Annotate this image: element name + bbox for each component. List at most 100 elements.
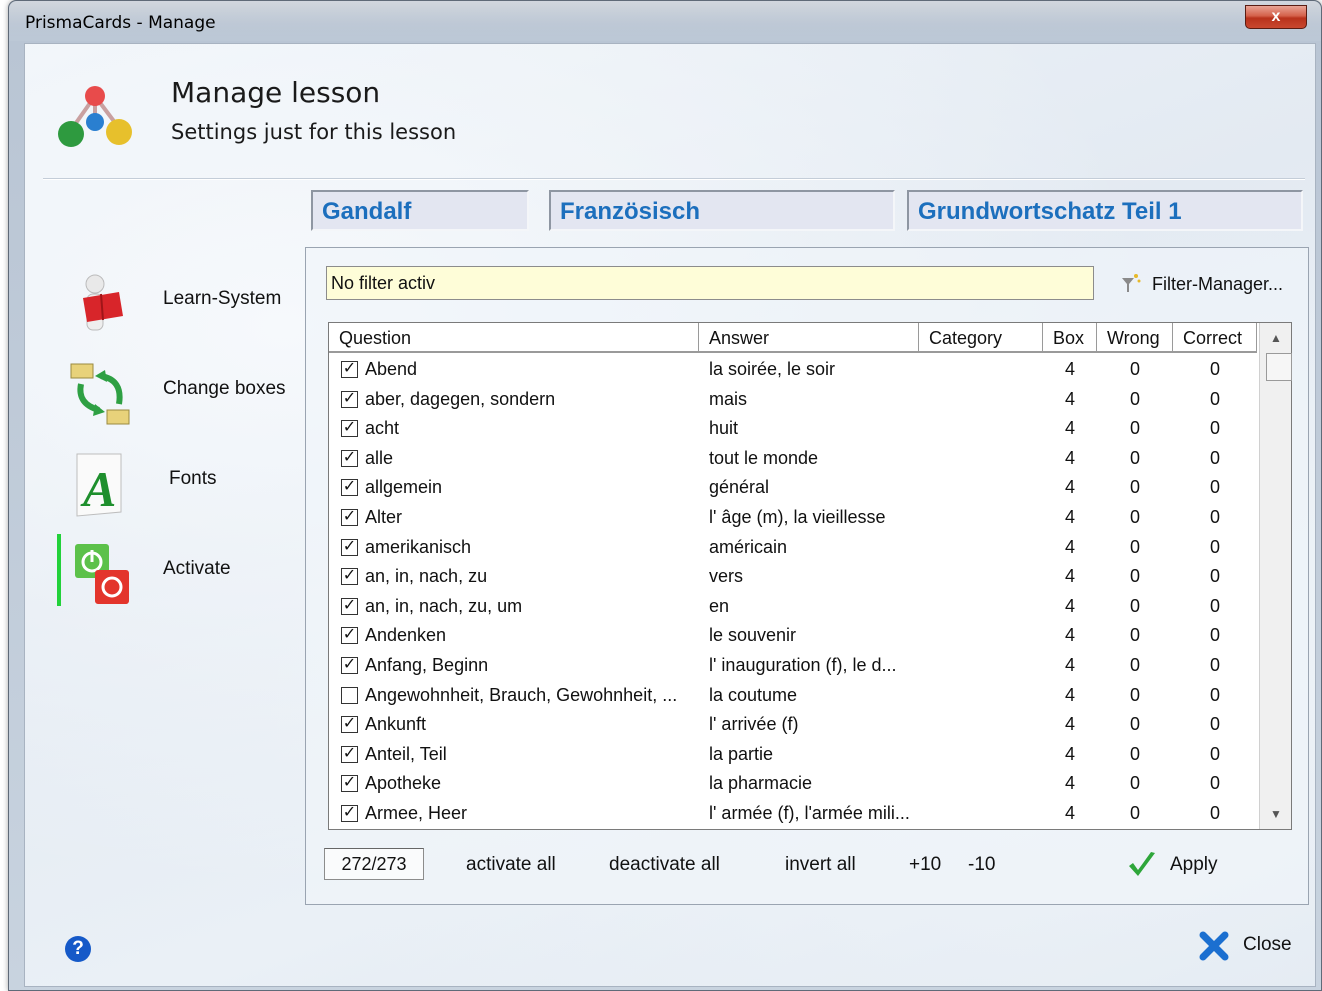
page-subtitle: Settings just for this lesson <box>171 120 457 144</box>
column-header-question[interactable]: Question <box>329 323 699 353</box>
column-header-correct[interactable]: Correct <box>1173 323 1257 353</box>
correct-cell: 0 <box>1209 803 1220 823</box>
filter-status-field[interactable]: No filter activ <box>326 266 1094 300</box>
active-indicator <box>57 534 61 606</box>
box-cell: 4 <box>1064 536 1075 557</box>
correct-cell: 0 <box>1209 625 1220 646</box>
row-checkbox[interactable]: ✓ <box>341 479 358 497</box>
box-cell: 4 <box>1064 684 1075 705</box>
table-row[interactable]: ✓ aber, dagegen, sondern mais 4 0 0 <box>329 385 1257 415</box>
scroll-up-icon[interactable]: ▲ <box>1260 323 1292 353</box>
answer-cell: la coutume <box>709 684 798 705</box>
answer-cell: général <box>709 477 770 498</box>
sidebar-item-label: Activate <box>163 558 231 579</box>
table-row[interactable]: ✓ Anfang, Beginn l' inauguration (f), le d… <box>329 651 1257 681</box>
wrong-cell: 0 <box>1129 803 1140 823</box>
table-row[interactable]: ✓ Ankunft l' arrivée (f) 4 0 0 <box>329 710 1257 740</box>
table-row[interactable]: ✓ alle tout le monde 4 0 0 <box>329 444 1257 474</box>
sidebar-item-label: Fonts <box>169 468 217 489</box>
table-row[interactable]: ✓ Anteil, Teil la partie 4 0 0 <box>329 740 1257 770</box>
row-checkbox[interactable]: ✓ <box>341 390 358 408</box>
box-cell: 4 <box>1064 359 1075 379</box>
row-checkbox[interactable]: ✓ <box>341 627 358 645</box>
row-checkbox[interactable]: ✓ <box>341 568 358 586</box>
answer-cell: huit <box>709 418 739 439</box>
box-cell: 4 <box>1064 388 1075 409</box>
table-row[interactable]: ✓ an, in, nach, zu vers 4 0 0 <box>329 562 1257 592</box>
window-title: PrismaCards - Manage <box>25 13 216 33</box>
sidebar-item-change-boxes[interactable]: Change boxes <box>25 350 295 440</box>
activate-panel: No filter activ Filter-Manager... Questi… <box>305 247 1309 905</box>
row-checkbox[interactable]: ✓ <box>341 805 358 822</box>
box-cell: 4 <box>1064 566 1075 587</box>
dialog-client: Manage lesson Settings just for this les… <box>24 43 1316 987</box>
box-cell: 4 <box>1064 714 1075 735</box>
row-checkbox[interactable]: ✓ <box>341 538 358 556</box>
sidebar-item-fonts[interactable]: A Fonts <box>25 442 295 532</box>
wrong-cell: 0 <box>1129 743 1140 764</box>
close-button[interactable]: Close <box>1199 928 1299 964</box>
table-row[interactable]: ✓ allgemein général 4 0 0 <box>329 473 1257 503</box>
box-cell: 4 <box>1064 595 1075 616</box>
correct-cell: 0 <box>1209 566 1220 587</box>
plus-ten-button[interactable]: +10 <box>909 854 941 876</box>
window-close-button[interactable]: x <box>1245 5 1307 29</box>
box-cell: 4 <box>1064 447 1075 468</box>
row-checkbox[interactable]: ✓ <box>341 775 358 793</box>
wrong-cell: 0 <box>1129 625 1140 646</box>
table-scrollbar[interactable]: ▲ ▼ <box>1259 323 1292 829</box>
table-header: Question Answer Category Box Wrong Corre… <box>329 323 1257 353</box>
question-cell: acht <box>365 418 400 439</box>
row-checkbox[interactable]: ✓ <box>341 361 358 378</box>
invert-all-button[interactable]: invert all <box>785 854 856 876</box>
answer-cell: l' âge (m), la vieillesse <box>709 507 886 527</box>
table-row[interactable]: ✓ Abend la soirée, le soir 4 0 0 <box>329 355 1257 385</box>
answer-cell: américain <box>709 536 788 557</box>
row-checkbox[interactable]: ✓ <box>341 716 358 734</box>
table-row[interactable]: Angewohnheit, Brauch, Gewohnheit, ... la … <box>329 681 1257 711</box>
row-checkbox[interactable]: ✓ <box>341 449 358 467</box>
title-bar[interactable]: PrismaCards - Manage x <box>9 1 1321 41</box>
column-header-answer[interactable]: Answer <box>699 323 919 353</box>
question-cell: alle <box>365 447 394 468</box>
column-header-box[interactable]: Box <box>1043 323 1097 353</box>
box-cell: 4 <box>1064 507 1075 527</box>
sidebar-item-learn-system[interactable]: Learn-System <box>25 262 295 352</box>
wrong-cell: 0 <box>1129 536 1140 557</box>
minus-ten-button[interactable]: -10 <box>968 854 995 876</box>
row-checkbox[interactable]: ✓ <box>341 597 358 615</box>
apply-button[interactable]: Apply <box>1126 848 1236 882</box>
correct-cell: 0 <box>1209 684 1220 705</box>
row-checkbox[interactable]: ✓ <box>341 509 358 526</box>
scroll-thumb[interactable] <box>1266 353 1292 381</box>
answer-cell: l' inauguration (f), le d... <box>709 655 897 675</box>
sidebar-item-activate[interactable]: Activate <box>25 534 295 624</box>
row-checkbox[interactable]: ✓ <box>341 420 358 438</box>
table-row[interactable]: ✓ Apotheke la pharmacie 4 0 0 <box>329 769 1257 799</box>
row-checkbox[interactable]: ✓ <box>341 657 358 674</box>
wrong-cell: 0 <box>1129 477 1140 498</box>
column-header-category[interactable]: Category <box>919 323 1043 353</box>
deactivate-all-button[interactable]: deactivate all <box>609 854 720 876</box>
correct-cell: 0 <box>1209 743 1220 764</box>
correct-cell: 0 <box>1209 388 1220 409</box>
table-row[interactable]: ✓ acht huit 4 0 0 <box>329 414 1257 444</box>
table-row[interactable]: ✓ Andenken le souvenir 4 0 0 <box>329 621 1257 651</box>
table-row[interactable]: ✓ Alter l' âge (m), la vieillesse 4 0 0 <box>329 503 1257 533</box>
table-row[interactable]: ✓ amerikanisch américain 4 0 0 <box>329 533 1257 563</box>
wrong-cell: 0 <box>1129 595 1140 616</box>
fonts-icon: A <box>76 453 122 517</box>
column-header-wrong[interactable]: Wrong <box>1097 323 1173 353</box>
question-cell: allgemein <box>365 477 443 498</box>
answer-cell: vers <box>709 566 744 587</box>
row-checkbox[interactable] <box>341 686 358 704</box>
activate-all-button[interactable]: activate all <box>466 854 556 876</box>
scroll-down-icon[interactable]: ▼ <box>1260 799 1292 829</box>
box-cell: 4 <box>1064 477 1075 498</box>
wrong-cell: 0 <box>1129 773 1140 794</box>
sidebar-item-label: Learn-System <box>163 288 282 309</box>
table-row[interactable]: ✓ an, in, nach, zu, um en 4 0 0 <box>329 592 1257 622</box>
table-row[interactable]: ✓ Armee, Heer l' armée (f), l'armée mili..… <box>329 799 1257 829</box>
row-checkbox[interactable]: ✓ <box>341 745 358 763</box>
help-icon[interactable]: ? <box>65 936 91 962</box>
